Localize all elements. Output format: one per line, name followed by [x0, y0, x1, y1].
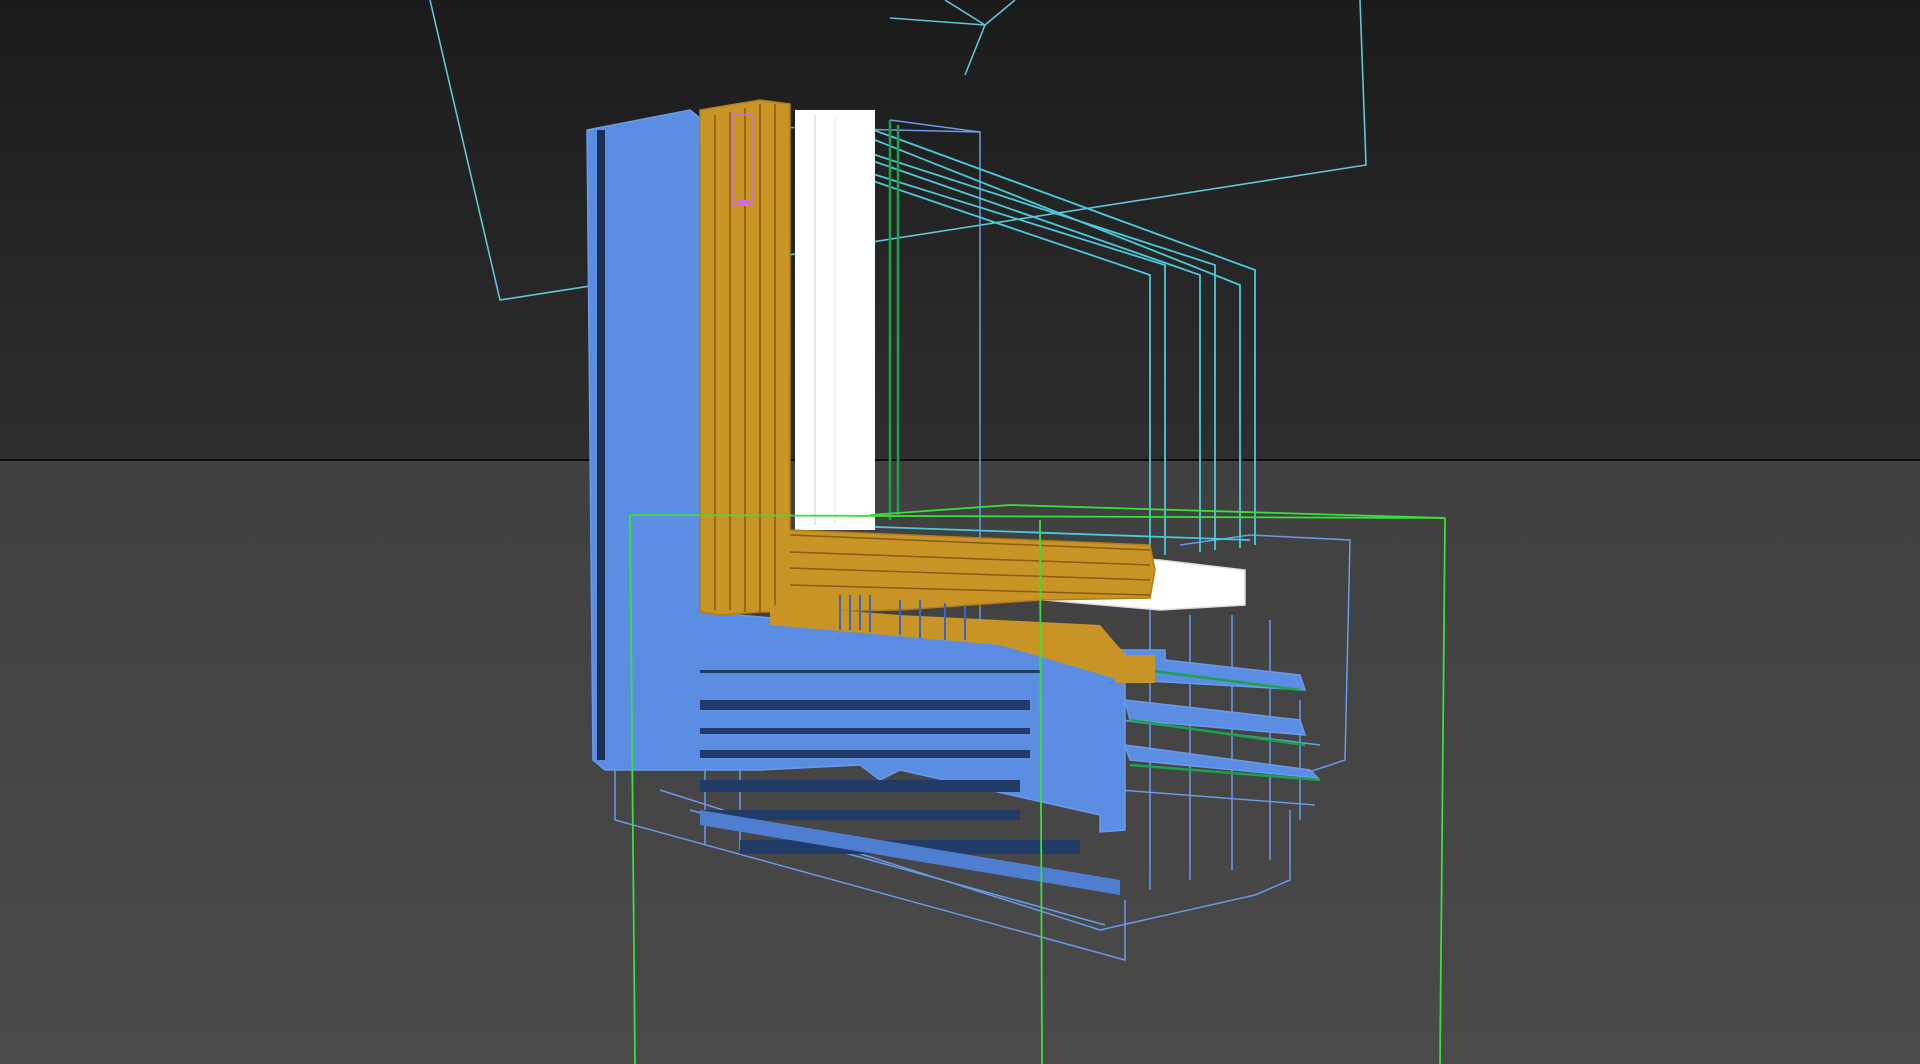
- viewport-3d[interactable]: [0, 0, 1920, 1064]
- sky-background: [0, 0, 1920, 460]
